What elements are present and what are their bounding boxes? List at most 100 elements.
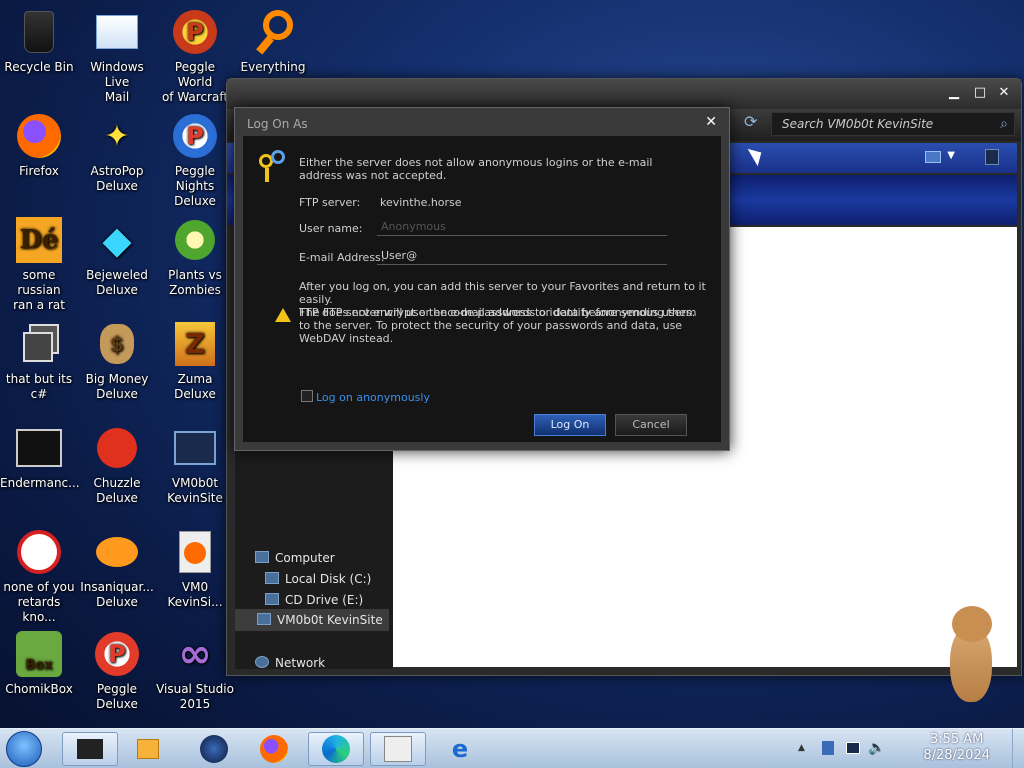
de-icon: Dé [15, 216, 63, 264]
anonymous-checkbox[interactable] [301, 390, 313, 402]
drive-icon [265, 572, 279, 584]
desktop-icon-label: Chuzzle Deluxe [93, 476, 141, 505]
desktop-icon-plants-vs-zombies[interactable]: Plants vs Zombies [156, 216, 234, 298]
desktop-icon-some-russian[interactable]: Dé some russian ran a rat [0, 216, 78, 313]
dialog-close-button[interactable]: ✕ [705, 114, 717, 130]
desktop-icon-label: Visual Studio 2015 [156, 682, 234, 711]
email-field[interactable]: User@ [377, 249, 667, 265]
desktop-icon-windows-live-mail[interactable]: Windows Live Mail [78, 8, 156, 105]
logon-dialog: Log On As ✕ Either the server does not a… [234, 107, 730, 451]
windows-stack-icon [15, 320, 63, 368]
desktop-icon-recycle-bin[interactable]: Recycle Bin [0, 8, 78, 75]
internet-explorer-icon: e [451, 735, 469, 763]
volume-icon[interactable]: 🔈 [868, 740, 885, 756]
peggle-icon: P [171, 8, 219, 56]
peggle-icon: P [93, 630, 141, 678]
minimize-button[interactable]: ▁ [945, 85, 963, 101]
zuma-icon: Z [171, 320, 219, 368]
nav-cd-drive[interactable]: CD Drive (E:) [265, 593, 363, 607]
error-message: Either the server does not allow anonymo… [299, 156, 653, 182]
computer-icon [255, 551, 269, 563]
desktop-icon-label: some russian ran a rat [13, 268, 65, 312]
explorer-titlebar[interactable]: ▁ □ ✕ [227, 79, 1021, 109]
desktop-icon-label: Endermanc... [0, 476, 80, 490]
desktop-icon-peggle-deluxe[interactable]: P Peggle Deluxe [78, 630, 156, 712]
search-input[interactable]: Search VM0b0t KevinSite ⌕ [771, 112, 1015, 136]
desktop-icon-label: that but its c# [5, 372, 73, 401]
nav-network[interactable]: Network [255, 656, 325, 670]
taskbar-item-recycle[interactable] [62, 732, 118, 766]
desktop-icon-endermanch[interactable]: Endermanc... [0, 424, 80, 491]
desktop-icon-peggle-wow[interactable]: P Peggle World of Warcraft ... [156, 8, 234, 120]
taskbar-item-ie[interactable]: e [432, 732, 488, 766]
desktop-icon-label: Windows Live Mail [90, 60, 144, 104]
user-name-label: User name: [299, 222, 363, 235]
user-name-field[interactable]: Anonymous [377, 220, 667, 236]
desktop-icon-zuma[interactable]: Z Zuma Deluxe [156, 320, 234, 402]
window-icon [77, 739, 103, 759]
peggle-icon: P [171, 112, 219, 160]
desktop-icon-astropop[interactable]: ✦ AstroPop Deluxe [78, 112, 156, 194]
desktop-icon-label: ChomikBox [5, 682, 73, 696]
desktop-icon-label: Bejeweled Deluxe [86, 268, 148, 297]
network-tray-icon[interactable] [846, 742, 860, 754]
desktop-icon-label: none of you retards kno... [3, 580, 75, 624]
desktop-icon-none-of-you[interactable]: none of you retards kno... [0, 528, 78, 625]
start-button[interactable] [6, 731, 42, 767]
tray-app-icon[interactable] [822, 741, 834, 755]
taskbar-item-explorer[interactable] [370, 732, 426, 766]
nav-local-disk[interactable]: Local Disk (C:) [265, 572, 371, 586]
desktop-icon-label: VM0 KevinSi... [167, 580, 223, 609]
recycle-bin-icon [15, 8, 63, 56]
logon-button[interactable]: Log On [534, 414, 606, 436]
system-clock[interactable]: 3:55 AM 8/28/2024 [923, 732, 990, 764]
nav-vm0b0t-kevinsite[interactable]: VM0b0t KevinSite [235, 609, 389, 631]
hamster-widget[interactable] [938, 606, 1002, 706]
taskbar-item-browser[interactable] [186, 732, 242, 766]
desktop-icon-label: Plants vs Zombies [168, 268, 222, 297]
cancel-button[interactable]: Cancel [615, 414, 687, 436]
desktop-icon-vm0b0t-kevinsite[interactable]: VM0b0t KevinSite [156, 424, 234, 506]
nav-local-disk-label: Local Disk (C:) [285, 572, 372, 586]
email-label: E-mail Address: [299, 251, 385, 264]
desktop-icon-everything[interactable]: Everything [234, 8, 312, 75]
clock-time: 3:55 AM [929, 732, 984, 747]
explorer-icon [384, 736, 412, 762]
view-options-icon[interactable] [925, 151, 941, 163]
nav-cd-drive-label: CD Drive (E:) [285, 593, 364, 607]
warning-text: FTP does not encrypt or encode passwords… [299, 306, 697, 345]
monitor-icon [171, 424, 219, 472]
taskbar-item-firefox[interactable] [246, 732, 302, 766]
taskbar-item-edge[interactable] [308, 732, 364, 766]
desktop-icon-chomikbox[interactable]: Box ChomikBox [0, 630, 78, 697]
terminal-icon [15, 424, 63, 472]
show-desktop-button[interactable] [1012, 729, 1024, 768]
cd-drive-icon [265, 593, 279, 605]
close-button[interactable]: ✕ [995, 85, 1013, 101]
desktop-icon-visual-studio[interactable]: ∞ Visual Studio 2015 [156, 630, 234, 712]
gem-icon: ◆ [102, 217, 132, 262]
chevron-down-icon[interactable]: ▼ [947, 150, 955, 161]
visual-studio-icon: ∞ [178, 630, 212, 677]
preview-pane-icon[interactable] [985, 149, 999, 165]
warning-icon [275, 308, 291, 322]
search-icon [249, 8, 297, 56]
desktop-icon-big-money[interactable]: $ Big Money Deluxe [78, 320, 156, 402]
desktop-icon-insaniquarium[interactable]: Insaniquar... Deluxe [78, 528, 156, 610]
desktop-icon-bejeweled[interactable]: ◆ Bejeweled Deluxe [78, 216, 156, 298]
anonymous-checkbox-label[interactable]: Log on anonymously [316, 391, 430, 404]
maximize-button[interactable]: □ [971, 85, 989, 101]
nav-computer[interactable]: Computer [255, 551, 335, 565]
desktop-icon-label: Peggle Deluxe [96, 682, 138, 711]
taskbar-item-media[interactable] [120, 732, 176, 766]
search-icon[interactable]: ⌕ [1000, 116, 1008, 132]
show-hidden-icons[interactable]: ▲ [798, 743, 805, 753]
desktop-icon-peggle-nights[interactable]: P Peggle Nights Deluxe [156, 112, 234, 209]
astropop-icon: ✦ [104, 118, 130, 154]
keys-icon [257, 150, 287, 184]
desktop-icon-chuzzle[interactable]: Chuzzle Deluxe [78, 424, 156, 506]
desktop-icon-that-but-its-csharp[interactable]: that but its c# [0, 320, 78, 402]
desktop-icon-firefox[interactable]: Firefox [0, 112, 78, 179]
desktop-icon-vm0-kevinsite[interactable]: VM0 KevinSi... [156, 528, 234, 610]
refresh-icon[interactable]: ⟳ [744, 112, 757, 131]
